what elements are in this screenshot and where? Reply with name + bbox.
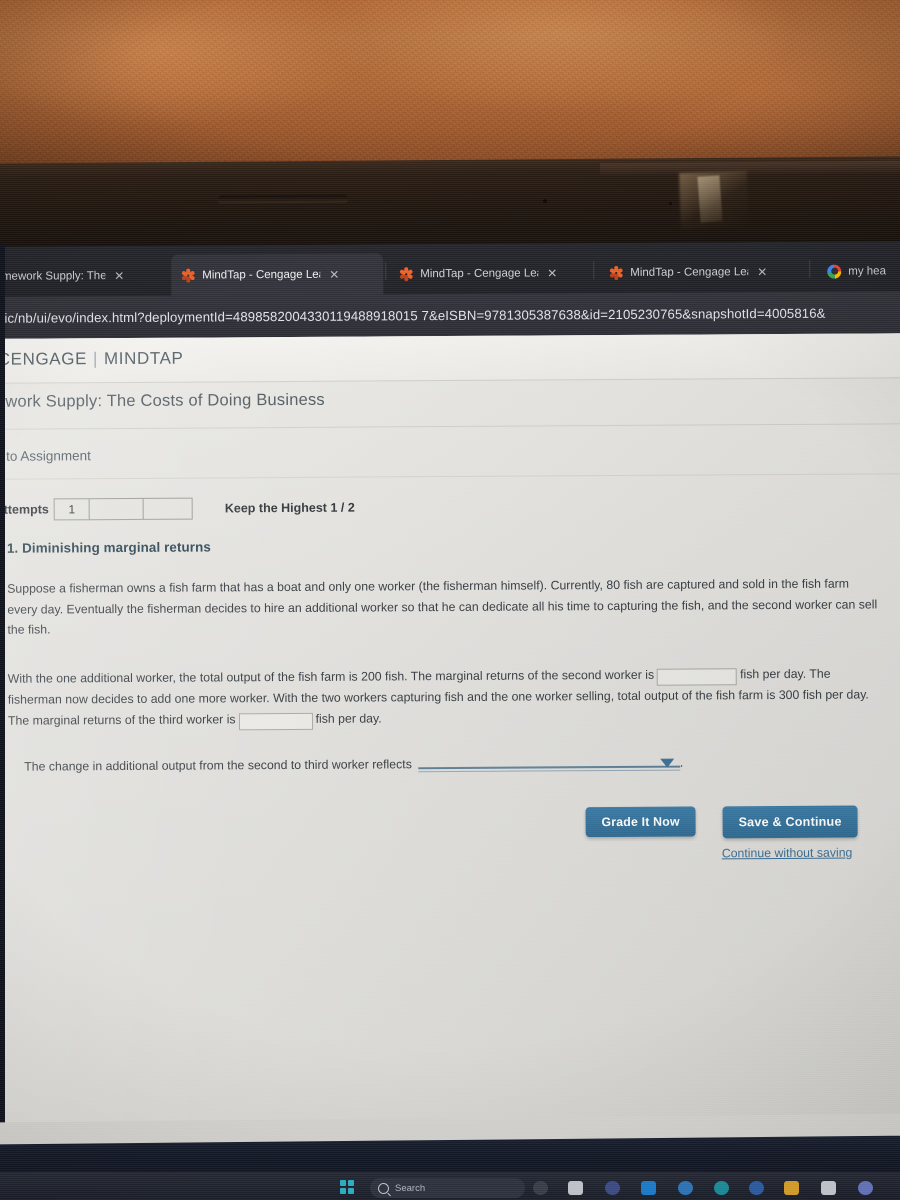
p2-text-part-1: With the one additional worker, the tota… [7, 667, 655, 686]
marginal-returns-second-worker-input[interactable] [657, 668, 738, 686]
tab-label: MindTap - Cengage Learn [202, 268, 321, 282]
teams-icon[interactable] [605, 1181, 620, 1195]
screenshot-stage: Homework Supply: The C ✕ MindTap - Cenga… [0, 0, 900, 1200]
laptop-bezel-notch [599, 160, 900, 176]
grade-it-now-button[interactable]: Grade It Now [585, 806, 696, 838]
continue-without-saving-link[interactable]: Continue without saving [722, 846, 853, 861]
tab-divider [385, 262, 387, 281]
mindtap-favicon [399, 266, 414, 281]
outlook-icon[interactable] [749, 1181, 764, 1195]
browser-tab-2[interactable]: MindTap - Cengage Learn ✕ [389, 252, 589, 294]
widgets-icon[interactable] [568, 1181, 583, 1195]
keep-highest-label: Keep the Highest 1 / 2 [224, 500, 355, 516]
attempt-cell-1: 1 [53, 498, 90, 521]
search-placeholder: Search [395, 1182, 426, 1194]
question-heading: 1. Diminishing marginal returns [6, 539, 211, 556]
url-text: tatic/nb/ui/evo/index.html?deploymentId=… [0, 305, 826, 326]
attempt-cell-3 [142, 497, 193, 520]
question-paragraph-3: The change in additional output from the… [24, 752, 724, 777]
mindtap-favicon [609, 265, 624, 280]
page-title: mework Supply: The Costs of Doing Busine… [0, 390, 325, 411]
browser-tab-0[interactable]: Homework Supply: The C ✕ [0, 255, 159, 297]
tab-label: my hea [848, 264, 886, 278]
laptop-hinge [217, 194, 349, 203]
page-content: CENGAGE | MINDTAP mework Supply: The Costs… [0, 333, 900, 1200]
attempts-label: Attempts [0, 502, 49, 517]
dropdown-underline-2 [417, 769, 680, 773]
close-icon[interactable]: ✕ [114, 268, 124, 282]
dropdown-underline [417, 765, 680, 770]
browser-window: Homework Supply: The C ✕ MindTap - Cenga… [0, 241, 900, 1200]
p3-suffix-text: . [679, 755, 684, 770]
question-paragraph-2: With the one additional worker, the tota… [8, 663, 888, 731]
cengage-logo[interactable]: CENGAGE | MINDTAP [0, 349, 184, 370]
bezel-glare-highlight [697, 175, 723, 223]
close-icon[interactable]: ✕ [757, 265, 767, 279]
p2-text-part-3: fish per day. [315, 710, 382, 726]
webcam-icon [543, 199, 547, 203]
attempt-cell-2 [88, 497, 144, 521]
browser-tab-strip: Homework Supply: The C ✕ MindTap - Cenga… [0, 241, 900, 297]
product-name: MINDTAP [103, 348, 184, 369]
browser-tab-3[interactable]: MindTap - Cengage Learn ✕ [599, 251, 807, 293]
brand-name: CENGAGE [0, 349, 88, 369]
tab-label: MindTap - Cengage Learn [420, 266, 539, 280]
browser-tab-1[interactable]: MindTap - Cengage Learn ✕ [171, 253, 384, 296]
close-icon[interactable]: ✕ [329, 267, 339, 281]
attempts-row: Attempts 1 Keep the Highest 1 / 2 [0, 497, 355, 521]
back-link-divider [0, 473, 900, 480]
question-paragraph-1: Suppose a fisherman owns a fish farm tha… [7, 576, 878, 637]
explorer-icon[interactable] [641, 1181, 656, 1195]
p3-prefix-text: The change in additional output from the… [24, 757, 412, 774]
mindtap-favicon [181, 268, 196, 283]
taskview-icon[interactable] [533, 1181, 548, 1195]
tab-divider [593, 261, 595, 280]
back-to-assignment-link[interactable]: ack to Assignment [0, 448, 91, 464]
search-icon [378, 1182, 389, 1194]
store-icon[interactable] [821, 1181, 836, 1195]
tab-divider [809, 259, 811, 278]
app-icon[interactable] [858, 1181, 873, 1195]
tab-label: MindTap - Cengage Learn [630, 265, 749, 279]
tab-label: Homework Supply: The C [0, 269, 106, 283]
edge-icon[interactable] [714, 1181, 729, 1195]
start-button-icon[interactable] [340, 1180, 354, 1194]
address-bar[interactable]: tatic/nb/ui/evo/index.html?deploymentId=… [0, 291, 900, 339]
chrome-icon[interactable] [678, 1181, 693, 1195]
google-favicon [827, 264, 842, 279]
close-icon[interactable]: ✕ [547, 266, 557, 280]
reflects-dropdown[interactable] [417, 758, 680, 773]
sensor-icon [669, 202, 672, 205]
browser-tab-4[interactable]: my hea [817, 250, 900, 292]
save-and-continue-button[interactable]: Save & Continue [722, 805, 858, 839]
title-divider [0, 423, 900, 430]
screen-left-edge [0, 244, 5, 1144]
chevron-down-icon[interactable] [659, 758, 674, 768]
marginal-returns-third-worker-input[interactable] [238, 712, 313, 730]
wall-vignette [0, 0, 900, 168]
folder-icon[interactable] [784, 1181, 799, 1195]
brand-divider: | [92, 349, 99, 369]
taskbar-search-box[interactable]: Search [370, 1178, 525, 1198]
